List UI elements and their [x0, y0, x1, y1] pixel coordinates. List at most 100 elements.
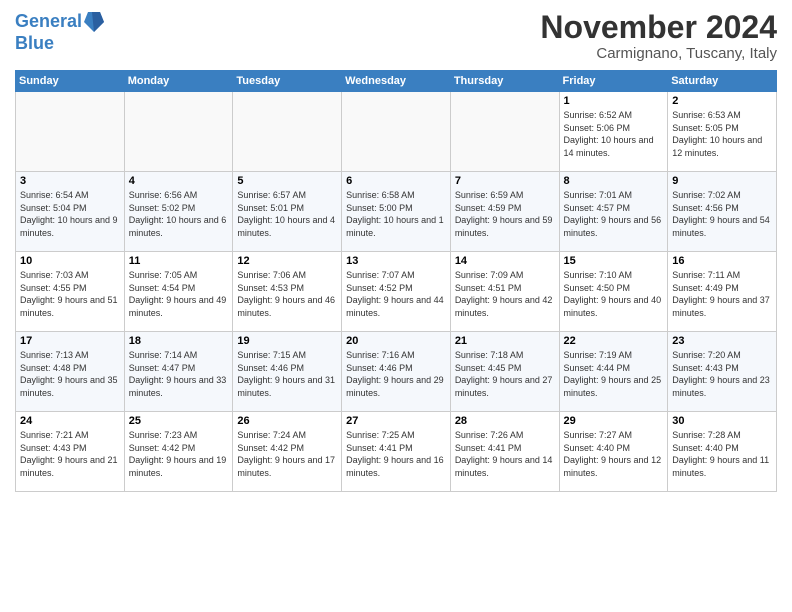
day-number: 4 [129, 175, 229, 187]
col-monday: Monday [124, 71, 233, 92]
day-number: 17 [20, 335, 120, 347]
day-info: Sunrise: 7:21 AM Sunset: 4:43 PM Dayligh… [20, 429, 120, 479]
day-cell: 18 Sunrise: 7:14 AM Sunset: 4:47 PM Dayli… [124, 332, 233, 412]
day-number: 11 [129, 255, 229, 267]
day-number: 21 [455, 335, 555, 347]
day-cell: 20 Sunrise: 7:16 AM Sunset: 4:46 PM Dayli… [342, 332, 451, 412]
day-cell: 1 Sunrise: 6:52 AM Sunset: 5:06 PM Daylig… [559, 92, 668, 172]
day-info: Sunrise: 7:20 AM Sunset: 4:43 PM Dayligh… [672, 349, 772, 399]
col-wednesday: Wednesday [342, 71, 451, 92]
day-number: 24 [20, 415, 120, 427]
week-row-4: 17 Sunrise: 7:13 AM Sunset: 4:48 PM Dayli… [16, 332, 777, 412]
day-info: Sunrise: 7:15 AM Sunset: 4:46 PM Dayligh… [237, 349, 337, 399]
col-tuesday: Tuesday [233, 71, 342, 92]
day-cell: 23 Sunrise: 7:20 AM Sunset: 4:43 PM Dayli… [668, 332, 777, 412]
day-info: Sunrise: 7:27 AM Sunset: 4:40 PM Dayligh… [564, 429, 664, 479]
title-section: November 2024 Carmignano, Tuscany, Italy [540, 10, 777, 62]
day-info: Sunrise: 7:23 AM Sunset: 4:42 PM Dayligh… [129, 429, 229, 479]
day-info: Sunrise: 6:53 AM Sunset: 5:05 PM Dayligh… [672, 109, 772, 159]
day-info: Sunrise: 6:56 AM Sunset: 5:02 PM Dayligh… [129, 189, 229, 239]
day-info: Sunrise: 6:59 AM Sunset: 4:59 PM Dayligh… [455, 189, 555, 239]
day-cell: 6 Sunrise: 6:58 AM Sunset: 5:00 PM Daylig… [342, 172, 451, 252]
day-number: 16 [672, 255, 772, 267]
day-cell: 13 Sunrise: 7:07 AM Sunset: 4:52 PM Dayli… [342, 252, 451, 332]
day-cell [16, 92, 125, 172]
week-row-5: 24 Sunrise: 7:21 AM Sunset: 4:43 PM Dayli… [16, 412, 777, 492]
day-info: Sunrise: 7:16 AM Sunset: 4:46 PM Dayligh… [346, 349, 446, 399]
day-cell: 8 Sunrise: 7:01 AM Sunset: 4:57 PM Daylig… [559, 172, 668, 252]
day-info: Sunrise: 7:03 AM Sunset: 4:55 PM Dayligh… [20, 269, 120, 319]
day-cell: 21 Sunrise: 7:18 AM Sunset: 4:45 PM Dayli… [450, 332, 559, 412]
day-number: 2 [672, 95, 772, 107]
day-info: Sunrise: 7:06 AM Sunset: 4:53 PM Dayligh… [237, 269, 337, 319]
day-info: Sunrise: 6:54 AM Sunset: 5:04 PM Dayligh… [20, 189, 120, 239]
day-info: Sunrise: 7:09 AM Sunset: 4:51 PM Dayligh… [455, 269, 555, 319]
day-number: 29 [564, 415, 664, 427]
col-sunday: Sunday [16, 71, 125, 92]
day-cell: 12 Sunrise: 7:06 AM Sunset: 4:53 PM Dayli… [233, 252, 342, 332]
day-number: 1 [564, 95, 664, 107]
day-cell: 26 Sunrise: 7:24 AM Sunset: 4:42 PM Dayli… [233, 412, 342, 492]
day-info: Sunrise: 7:13 AM Sunset: 4:48 PM Dayligh… [20, 349, 120, 399]
day-number: 30 [672, 415, 772, 427]
day-number: 10 [20, 255, 120, 267]
day-number: 12 [237, 255, 337, 267]
day-cell [233, 92, 342, 172]
day-cell: 19Sunrise: 7:15 AM Sunset: 4:46 PM Dayli… [233, 332, 342, 412]
month-title: November 2024 [540, 10, 777, 45]
day-cell: 27Sunrise: 7:25 AM Sunset: 4:41 PM Dayli… [342, 412, 451, 492]
day-number: 13 [346, 255, 446, 267]
day-number: 28 [455, 415, 555, 427]
day-info: Sunrise: 7:05 AM Sunset: 4:54 PM Dayligh… [129, 269, 229, 319]
day-number: 9 [672, 175, 772, 187]
day-info: Sunrise: 6:52 AM Sunset: 5:06 PM Dayligh… [564, 109, 664, 159]
day-cell: 5 Sunrise: 6:57 AM Sunset: 5:01 PM Daylig… [233, 172, 342, 252]
day-number: 26 [237, 415, 337, 427]
day-number: 5 [237, 175, 337, 187]
day-info: Sunrise: 7:01 AM Sunset: 4:57 PM Dayligh… [564, 189, 664, 239]
day-cell: 10 Sunrise: 7:03 AM Sunset: 4:55 PM Dayli… [16, 252, 125, 332]
day-info: Sunrise: 7:10 AM Sunset: 4:50 PM Dayligh… [564, 269, 664, 319]
day-cell [342, 92, 451, 172]
day-info: Sunrise: 6:58 AM Sunset: 5:00 PM Dayligh… [346, 189, 446, 239]
day-number: 25 [129, 415, 229, 427]
day-info: Sunrise: 7:26 AM Sunset: 4:41 PM Dayligh… [455, 429, 555, 479]
week-row-3: 10 Sunrise: 7:03 AM Sunset: 4:55 PM Dayli… [16, 252, 777, 332]
day-cell: 9 Sunrise: 7:02 AM Sunset: 4:56 PM Daylig… [668, 172, 777, 252]
week-row-2: 3 Sunrise: 6:54 AM Sunset: 5:04 PM Daylig… [16, 172, 777, 252]
day-info: Sunrise: 7:14 AM Sunset: 4:47 PM Dayligh… [129, 349, 229, 399]
day-number: 7 [455, 175, 555, 187]
day-number: 3 [20, 175, 120, 187]
day-info: Sunrise: 7:19 AM Sunset: 4:44 PM Dayligh… [564, 349, 664, 399]
day-number: 8 [564, 175, 664, 187]
day-cell: 15 Sunrise: 7:10 AM Sunset: 4:50 PM Dayli… [559, 252, 668, 332]
week-row-1: 1 Sunrise: 6:52 AM Sunset: 5:06 PM Daylig… [16, 92, 777, 172]
day-number: 18 [129, 335, 229, 347]
page: General Blue November 2024 Carmignano, T… [0, 0, 792, 612]
day-cell: 22 Sunrise: 7:19 AM Sunset: 4:44 PM Dayli… [559, 332, 668, 412]
day-info: Sunrise: 6:57 AM Sunset: 5:01 PM Dayligh… [237, 189, 337, 239]
day-number: 14 [455, 255, 555, 267]
day-cell: 28 Sunrise: 7:26 AM Sunset: 4:41 PM Dayli… [450, 412, 559, 492]
day-number: 27 [346, 415, 446, 427]
day-number: 20 [346, 335, 446, 347]
header: General Blue November 2024 Carmignano, T… [15, 10, 777, 62]
day-info: Sunrise: 7:02 AM Sunset: 4:56 PM Dayligh… [672, 189, 772, 239]
day-info: Sunrise: 7:18 AM Sunset: 4:45 PM Dayligh… [455, 349, 555, 399]
day-number: 6 [346, 175, 446, 187]
day-number: 15 [564, 255, 664, 267]
day-info: Sunrise: 7:28 AM Sunset: 4:40 PM Dayligh… [672, 429, 772, 479]
day-number: 23 [672, 335, 772, 347]
logo-icon [84, 10, 104, 34]
day-cell: 2 Sunrise: 6:53 AM Sunset: 5:05 PM Daylig… [668, 92, 777, 172]
day-cell: 29 Sunrise: 7:27 AM Sunset: 4:40 PM Dayli… [559, 412, 668, 492]
day-info: Sunrise: 7:07 AM Sunset: 4:52 PM Dayligh… [346, 269, 446, 319]
col-saturday: Saturday [668, 71, 777, 92]
day-cell: 17 Sunrise: 7:13 AM Sunset: 4:48 PM Dayli… [16, 332, 125, 412]
day-number: 22 [564, 335, 664, 347]
day-cell: 25 Sunrise: 7:23 AM Sunset: 4:42 PM Dayli… [124, 412, 233, 492]
day-cell: 14 Sunrise: 7:09 AM Sunset: 4:51 PM Dayli… [450, 252, 559, 332]
logo: General Blue [15, 10, 104, 54]
day-info: Sunrise: 7:24 AM Sunset: 4:42 PM Dayligh… [237, 429, 337, 479]
col-thursday: Thursday [450, 71, 559, 92]
